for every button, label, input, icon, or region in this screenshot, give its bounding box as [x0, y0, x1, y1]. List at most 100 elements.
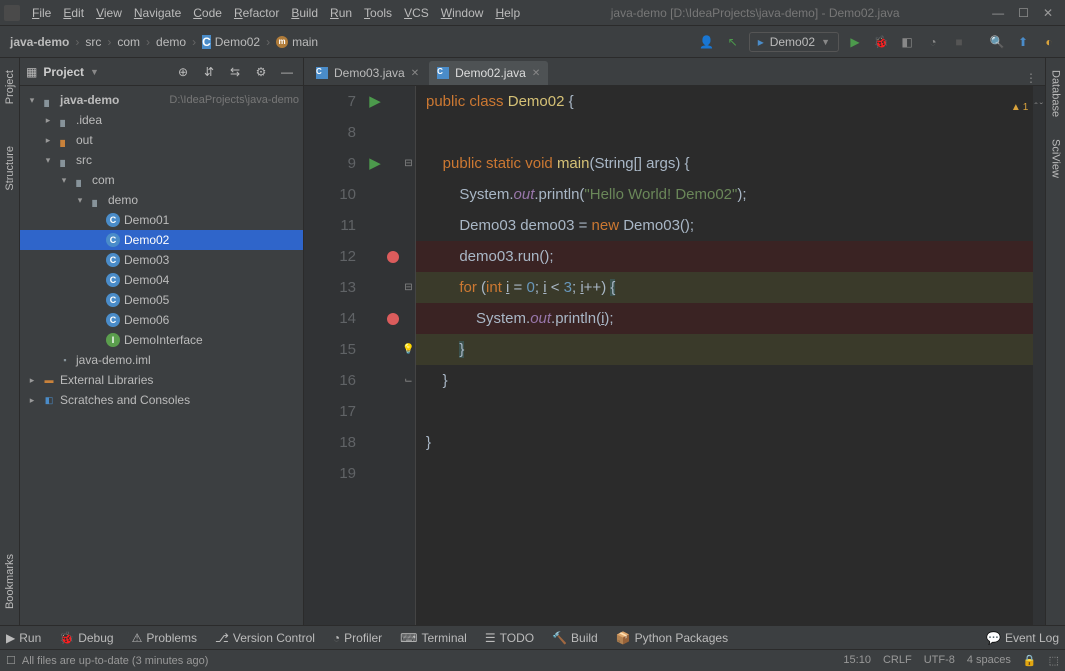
line-number[interactable]: 12: [304, 241, 366, 272]
toolwindow-python-packages[interactable]: 📦Python Packages: [616, 631, 728, 645]
line-number[interactable]: 18: [304, 427, 366, 458]
menu-file[interactable]: File: [26, 4, 57, 22]
fold-open-icon[interactable]: ⊟: [404, 272, 412, 303]
tree-arrow-icon[interactable]: ▸: [26, 375, 38, 386]
line-number[interactable]: 13: [304, 272, 366, 303]
tree-arrow-icon[interactable]: ▾: [58, 175, 70, 186]
tree-item-scratches-and-consoles[interactable]: ▸◧Scratches and Consoles: [20, 390, 303, 410]
code-line[interactable]: for (int i = 0; i < 3; i++) {: [416, 272, 1045, 303]
breakpoint-icon[interactable]: [387, 251, 399, 263]
toolwindow-problems[interactable]: ⚠Problems: [132, 631, 197, 645]
inspection-warning-indicator[interactable]: ▲1 ˆˇ: [1011, 92, 1043, 123]
code-editor[interactable]: 78910111213141516171819 ▶▶ ⊟⊟💡⌙ ▲1 ˆˇ pu…: [304, 86, 1045, 625]
sciview-tool-tab[interactable]: SciView: [1048, 133, 1064, 184]
tree-arrow-icon[interactable]: ▸: [42, 115, 54, 126]
vcs-status-icon[interactable]: ☐: [6, 654, 16, 667]
toolwindow-version-control[interactable]: ⎇Version Control: [215, 631, 315, 645]
line-number-gutter[interactable]: 78910111213141516171819: [304, 86, 366, 625]
project-tool-tab[interactable]: Project: [2, 64, 18, 110]
line-number[interactable]: 15: [304, 334, 366, 365]
run-button[interactable]: ▶: [845, 32, 865, 52]
build-hammer-icon[interactable]: ↖: [723, 32, 743, 52]
run-gutter[interactable]: ▶▶: [366, 86, 384, 625]
ide-settings-icon[interactable]: ◐: [1039, 32, 1059, 52]
breadcrumb-demo[interactable]: demo: [152, 33, 190, 51]
tree-item-java-demo[interactable]: ▾▖java-demoD:\IdeaProjects\java-demo: [20, 90, 303, 110]
code-line[interactable]: }: [416, 427, 1045, 458]
editor-tab-demo03-java[interactable]: CDemo03.java✕: [308, 61, 427, 85]
line-number[interactable]: 9: [304, 148, 366, 179]
debug-button[interactable]: 🐞: [871, 32, 891, 52]
indent-setting[interactable]: 4 spaces: [967, 654, 1011, 667]
tree-item-demo03[interactable]: CDemo03: [20, 250, 303, 270]
tree-arrow-icon[interactable]: ▸: [42, 135, 54, 146]
code-line[interactable]: public static void main(String[] args) {: [416, 148, 1045, 179]
tab-options-icon[interactable]: ⋮: [1017, 71, 1045, 85]
tree-arrow-icon[interactable]: ▾: [42, 155, 54, 166]
line-number[interactable]: 17: [304, 396, 366, 427]
line-number[interactable]: 14: [304, 303, 366, 334]
tree-arrow-icon[interactable]: ▾: [26, 95, 38, 106]
toolwindow-build[interactable]: 🔨Build: [552, 631, 598, 645]
hide-panel-icon[interactable]: —: [277, 62, 297, 82]
toolwindow-profiler[interactable]: ◔Profiler: [333, 631, 382, 645]
minimize-icon[interactable]: —: [992, 6, 1004, 20]
menu-refactor[interactable]: Refactor: [228, 4, 285, 22]
run-configuration-selector[interactable]: ▸ Demo02 ▼: [749, 32, 839, 52]
tree-item-com[interactable]: ▾▖com: [20, 170, 303, 190]
update-icon[interactable]: ⬆: [1013, 32, 1033, 52]
line-number[interactable]: 19: [304, 458, 366, 489]
coverage-button[interactable]: ◧: [897, 32, 917, 52]
code-line[interactable]: System.out.println("Hello World! Demo02"…: [416, 179, 1045, 210]
tree-item-demointerface[interactable]: IDemoInterface: [20, 330, 303, 350]
breadcrumb-src[interactable]: src: [81, 33, 105, 51]
menu-edit[interactable]: Edit: [57, 4, 90, 22]
collapse-all-icon[interactable]: ⇆: [225, 62, 245, 82]
tree-arrow-icon[interactable]: ▾: [74, 195, 86, 206]
tree-item-out[interactable]: ▸▖out: [20, 130, 303, 150]
code-line[interactable]: }: [416, 365, 1045, 396]
toolwindow-terminal[interactable]: ⌨Terminal: [400, 631, 467, 645]
maximize-icon[interactable]: ☐: [1018, 6, 1029, 20]
menu-run[interactable]: Run: [324, 4, 358, 22]
line-number[interactable]: 10: [304, 179, 366, 210]
run-line-icon[interactable]: ▶: [369, 148, 381, 179]
project-panel-title[interactable]: Project: [43, 65, 84, 79]
tree-item-java-demo-iml[interactable]: ▪java-demo.iml: [20, 350, 303, 370]
breakpoint-icon[interactable]: [387, 313, 399, 325]
code-line[interactable]: public class Demo02 {: [416, 86, 1045, 117]
intention-bulb-icon[interactable]: 💡: [402, 334, 414, 365]
menu-help[interactable]: Help: [489, 4, 526, 22]
tree-item-demo[interactable]: ▾▖demo: [20, 190, 303, 210]
fold-gutter[interactable]: ⊟⊟💡⌙: [402, 86, 416, 625]
settings-gear-icon[interactable]: ⚙: [251, 62, 271, 82]
add-user-icon[interactable]: 👤: [697, 32, 717, 52]
bookmarks-tool-tab[interactable]: Bookmarks: [2, 548, 18, 615]
code-line[interactable]: System.out.println(i);: [416, 303, 1045, 334]
search-everywhere-icon[interactable]: 🔍: [987, 32, 1007, 52]
tree-arrow-icon[interactable]: ▸: [26, 395, 38, 406]
code-line[interactable]: [416, 396, 1045, 427]
close-icon[interactable]: ✕: [1043, 6, 1053, 20]
toolwindow-debug[interactable]: 🐞Debug: [59, 631, 113, 645]
close-tab-icon[interactable]: ✕: [411, 68, 419, 79]
menu-tools[interactable]: Tools: [358, 4, 398, 22]
tree-item-demo02[interactable]: CDemo02: [20, 230, 303, 250]
toolwindow-run[interactable]: ▶Run: [6, 631, 41, 645]
file-encoding[interactable]: UTF-8: [924, 654, 955, 667]
memory-indicator-icon[interactable]: ⬚: [1049, 654, 1059, 667]
tree-item-external-libraries[interactable]: ▸▬External Libraries: [20, 370, 303, 390]
stop-button[interactable]: ■: [949, 32, 969, 52]
code-line[interactable]: Demo03 demo03 = new Demo03();: [416, 210, 1045, 241]
profile-button[interactable]: ◔: [923, 32, 943, 52]
line-number[interactable]: 7: [304, 86, 366, 117]
code-content[interactable]: ▲1 ˆˇ public class Demo02 { public stati…: [416, 86, 1045, 625]
error-stripe[interactable]: ▲1 ˆˇ: [1033, 86, 1045, 625]
tree-item--idea[interactable]: ▸▖.idea: [20, 110, 303, 130]
event-log-tab[interactable]: 💬 Event Log: [986, 631, 1059, 645]
breadcrumb-java-demo[interactable]: java-demo: [6, 33, 73, 51]
editor-tab-demo02-java[interactable]: CDemo02.java✕: [429, 61, 548, 85]
tree-item-src[interactable]: ▾▖src: [20, 150, 303, 170]
breadcrumb-main[interactable]: m main: [272, 33, 322, 51]
caret-position[interactable]: 15:10: [843, 654, 871, 667]
